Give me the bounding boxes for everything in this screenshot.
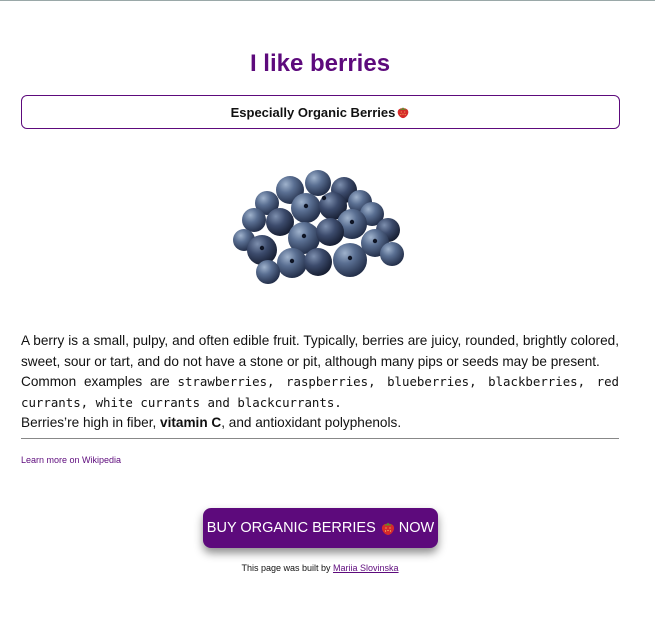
divider [21,438,619,439]
buy-organic-berries-button[interactable]: BUY ORGANIC BERRIES NOW [203,508,438,548]
strawberry-icon [398,107,409,119]
footer-text: This page was built by [241,563,331,573]
buy-button-label-end: NOW [398,520,435,536]
author-link[interactable]: Mariia Slovinska [333,563,399,573]
vitamin-c-bold: vitamin C [160,415,222,430]
subtitle-box: Especially Organic Berries [21,95,620,129]
examples-paragraph: Common examples are strawberries, raspbe… [21,372,619,413]
footer: This page was built by Mariia Slovinska [0,563,640,573]
fiber-paragraph: Berries’re high in fiber, vitamin C, and… [21,413,619,434]
buy-button-label-start: BUY ORGANIC BERRIES [206,520,376,536]
subtitle-text: Especially Organic Berries [230,104,396,120]
examples-intro: Common examples are [21,374,170,389]
fiber-prefix: Berries’re high in fiber, [21,415,157,430]
wikipedia-link[interactable]: Learn more on Wikipedia [21,455,121,465]
page-title: I like berries [249,50,391,77]
blueberries-image [233,170,404,284]
fiber-suffix: , and antioxidant polyphenols. [221,415,402,430]
strawberry-icon [381,522,394,535]
description-paragraph: A berry is a small, pulpy, and often edi… [21,333,619,369]
berry-description: A berry is a small, pulpy, and often edi… [21,331,619,434]
page: I like berries Especially Organic Berrie… [0,0,655,624]
